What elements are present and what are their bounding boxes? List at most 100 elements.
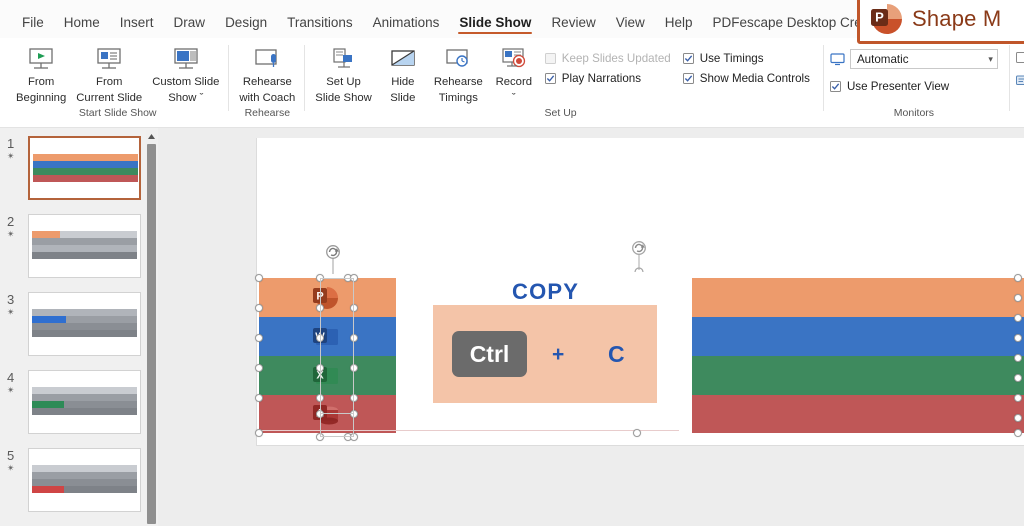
- hide-slide-button[interactable]: Hide Slide: [378, 43, 428, 104]
- record-icon: [499, 46, 529, 73]
- shape-bar-green-right[interactable]: [692, 356, 1024, 395]
- always-use-subtitles-checkbox-row[interactable]: Always Use Sub: [1015, 51, 1024, 64]
- use-presenter-view-checkbox[interactable]: [829, 81, 841, 92]
- group-label-captions-subtitles: Captions & Subtit: [1010, 107, 1024, 121]
- thumb-bar-accent: [32, 486, 64, 493]
- tab-transitions[interactable]: Transitions: [277, 12, 363, 39]
- play-narrations-label: Play Narrations: [561, 72, 642, 85]
- powerpoint-window: File Home Insert Draw Design Transitions…: [0, 0, 1024, 526]
- tab-slide-show[interactable]: Slide Show: [449, 12, 541, 39]
- tab-insert[interactable]: Insert: [110, 12, 164, 39]
- hide-slide-label-2: Slide: [390, 91, 416, 104]
- subtitle-settings-button[interactable]: Subtitle Setting: [1015, 75, 1024, 88]
- thumbnail-frame-3[interactable]: [28, 292, 141, 356]
- thumbnail-number-3: 3: [7, 292, 15, 307]
- tab-review[interactable]: Review: [541, 12, 605, 39]
- shape-master-overlay-window[interactable]: P Shape M: [857, 0, 1024, 44]
- thumbnail-scrollbar-thumb[interactable]: [147, 144, 156, 524]
- from-current-slide-icon: [94, 46, 124, 73]
- group-label-rehearse: Rehearse: [244, 107, 291, 119]
- selection-handle[interactable]: [255, 364, 263, 372]
- tab-view[interactable]: View: [606, 12, 655, 39]
- rotate-handle-icon-right[interactable]: [630, 240, 648, 273]
- thumbnail-frame-1[interactable]: [28, 136, 141, 200]
- selection-handle[interactable]: [255, 429, 263, 437]
- custom-slide-show-label-2: Show ˇ: [168, 91, 204, 104]
- monitor-select-row[interactable]: Automatic ▾: [830, 43, 998, 69]
- rehearse-timings-button[interactable]: Rehearse Timings: [430, 43, 487, 104]
- play-narrations-checkbox[interactable]: [544, 73, 556, 84]
- thumbnail-frame-2[interactable]: [28, 214, 141, 278]
- monitor-dropdown[interactable]: Automatic ▾: [849, 49, 998, 69]
- selection-bounding-box: [320, 278, 354, 414]
- ribbon-content: From Beginning From Current Slide Custom…: [0, 38, 1024, 128]
- thumbnail-star-4: ✴: [7, 385, 15, 395]
- thumbnail-star-2: ✴: [7, 229, 15, 239]
- show-media-controls-checkbox[interactable]: [682, 73, 694, 84]
- thumb-bar-accent: [32, 316, 66, 323]
- rehearse-with-coach-button[interactable]: Rehearse with Coach: [235, 43, 299, 104]
- rotate-handle-icon[interactable]: [324, 244, 342, 274]
- selection-handle[interactable]: [255, 394, 263, 402]
- set-up-slide-show-label-2: Slide Show: [315, 91, 372, 104]
- keep-slides-updated-checkbox[interactable]: [544, 53, 556, 64]
- thumbnail-frame-5[interactable]: [28, 448, 141, 512]
- set-up-slide-show-button[interactable]: Set Up Slide Show: [311, 43, 376, 104]
- selection-handle[interactable]: [1014, 314, 1022, 322]
- from-current-slide-button[interactable]: From Current Slide: [72, 43, 146, 104]
- selection-handle[interactable]: [1014, 394, 1022, 402]
- shape-bar-blue-right[interactable]: [692, 317, 1024, 356]
- from-beginning-button[interactable]: From Beginning: [12, 43, 70, 104]
- selection-handle[interactable]: [1014, 294, 1022, 302]
- tab-animations[interactable]: Animations: [363, 12, 450, 39]
- selection-bounding-box-lower: [320, 414, 354, 437]
- thumb-bar-accent: [32, 401, 64, 408]
- always-use-subtitles-checkbox[interactable]: [1015, 52, 1024, 63]
- shape-bar-red-right[interactable]: [692, 395, 1024, 433]
- from-current-slide-label-2: Current Slide: [76, 91, 143, 104]
- tab-draw[interactable]: Draw: [164, 12, 216, 39]
- selection-handle[interactable]: [1014, 334, 1022, 342]
- from-beginning-label-1: From: [27, 76, 55, 88]
- thumbnail-frame-4[interactable]: [28, 370, 141, 434]
- selection-handle[interactable]: [1014, 274, 1022, 282]
- group-label-start-slide-show: Start Slide Show: [78, 107, 157, 119]
- thumb-bar: [33, 154, 138, 161]
- slide-thumbnail-pane[interactable]: 1 ✴ 2 ✴ 3 ✴ 4 ✴ 5 ✴: [0, 128, 158, 526]
- thumb-bar: [32, 408, 137, 415]
- record-button[interactable]: Record ˇ: [489, 43, 539, 104]
- svg-text:P: P: [875, 10, 884, 25]
- play-narrations-checkbox-row[interactable]: Play Narrations: [544, 72, 671, 85]
- plus-sign: +: [552, 343, 565, 366]
- use-timings-checkbox[interactable]: [682, 53, 694, 64]
- ribbon-group-set-up: Set Up Slide Show Hide Slide Rehearse Ti…: [304, 41, 816, 127]
- use-timings-label: Use Timings: [699, 52, 764, 65]
- thumbnail-star-1: ✴: [7, 151, 15, 161]
- rehearse-with-coach-label-1: Rehearse: [242, 76, 292, 88]
- selection-handle[interactable]: [255, 274, 263, 282]
- scroll-up-arrow-icon[interactable]: [147, 131, 156, 142]
- tab-file[interactable]: File: [12, 12, 54, 39]
- tab-help[interactable]: Help: [655, 12, 703, 39]
- set-up-slide-show-icon: [329, 46, 359, 73]
- keep-slides-updated-checkbox-row[interactable]: Keep Slides Updated: [544, 52, 671, 65]
- from-current-slide-label-1: From: [96, 76, 123, 88]
- use-presenter-view-checkbox-row[interactable]: Use Presenter View: [829, 80, 949, 93]
- chevron-down-icon: ▾: [988, 53, 993, 64]
- shape-bar-orange-right[interactable]: [692, 278, 1024, 317]
- selection-handle[interactable]: [1014, 414, 1022, 422]
- use-timings-checkbox-row[interactable]: Use Timings: [682, 52, 810, 65]
- selection-handle[interactable]: [1014, 429, 1022, 437]
- tab-design[interactable]: Design: [215, 12, 277, 39]
- selection-handle[interactable]: [255, 334, 263, 342]
- selection-handle[interactable]: [255, 304, 263, 312]
- selection-handle-bottom-center[interactable]: [633, 429, 641, 437]
- selection-handle[interactable]: [1014, 374, 1022, 382]
- thumb-bar-accent: [32, 231, 60, 238]
- show-media-controls-checkbox-row[interactable]: Show Media Controls: [682, 72, 810, 85]
- tab-home[interactable]: Home: [54, 12, 110, 39]
- selection-handle[interactable]: [1014, 354, 1022, 362]
- custom-slide-show-button[interactable]: Custom Slide Show ˇ: [148, 43, 223, 104]
- ribbon-group-rehearse: Rehearse with Coach Rehearse: [228, 41, 305, 127]
- ctrl-keycap: Ctrl: [452, 331, 527, 377]
